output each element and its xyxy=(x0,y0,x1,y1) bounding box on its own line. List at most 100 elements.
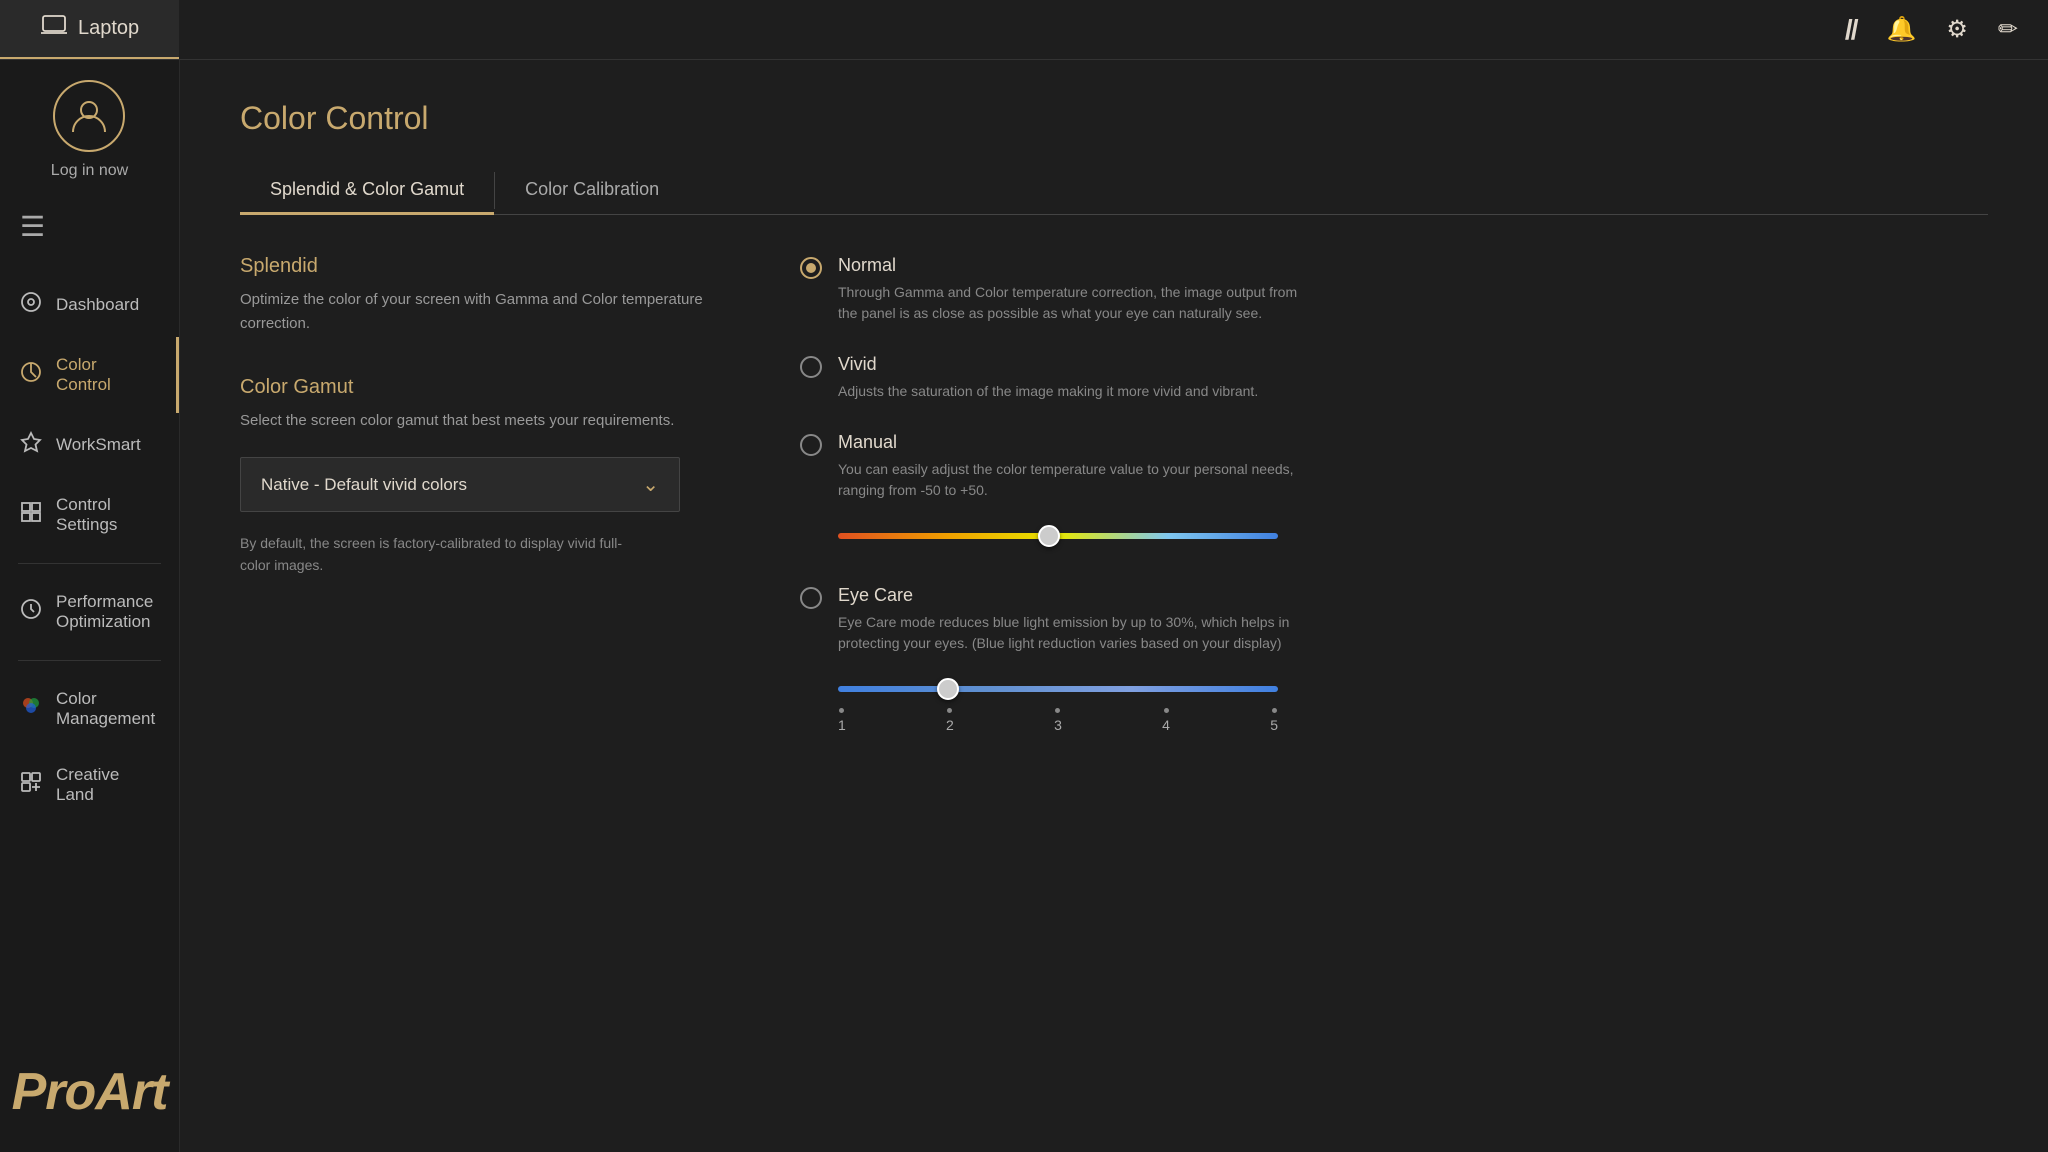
sidebar-item-control-settings[interactable]: Control Settings xyxy=(0,477,179,553)
sidebar-item-creative-land[interactable]: Creative Land xyxy=(0,747,179,823)
topbar-actions: // 🔔 ⚙ ✏ xyxy=(1845,14,2048,46)
chevron-down-icon: ⌄ xyxy=(642,472,659,497)
radio-manual-row: Manual You can easily adjust the color t… xyxy=(800,432,1298,501)
right-column: Normal Through Gamma and Color temperatu… xyxy=(800,255,1988,763)
radio-eyecare-row: Eye Care Eye Care mode reduces blue ligh… xyxy=(800,585,1298,654)
tick-1: 1 xyxy=(838,708,846,733)
splendid-section: Splendid Optimize the color of your scre… xyxy=(240,255,740,336)
laptop-icon xyxy=(40,12,68,46)
temperature-slider-track[interactable] xyxy=(838,533,1278,539)
tick-2: 2 xyxy=(946,708,954,733)
sidebar-item-color-control[interactable]: Color Control xyxy=(0,337,179,413)
dropdown-value: Native - Default vivid colors xyxy=(261,475,467,495)
eyecare-slider-thumb[interactable] xyxy=(937,678,959,700)
tick-dot-1 xyxy=(839,708,844,713)
tick-3: 3 xyxy=(1054,708,1062,733)
sidebar-item-color-management[interactable]: Color Management xyxy=(0,671,179,747)
sidebar-item-label: Color Control xyxy=(56,355,156,395)
sidebar-divider-1 xyxy=(18,563,161,564)
radio-vivid-label: Vivid xyxy=(838,354,1258,375)
eyecare-slider-container: 1 2 3 4 xyxy=(838,686,1278,733)
tick-dot-4 xyxy=(1164,708,1169,713)
tick-label-4: 4 xyxy=(1162,717,1170,733)
radio-manual[interactable] xyxy=(800,434,822,456)
sidebar-item-label: Creative Land xyxy=(56,765,159,805)
dropdown-note: By default, the screen is factory-calibr… xyxy=(240,532,640,577)
sidebar-item-performance-optimization[interactable]: Performance Optimization xyxy=(0,574,179,650)
radio-eyecare-desc: Eye Care mode reduces blue light emissio… xyxy=(838,612,1298,654)
avatar xyxy=(53,80,125,152)
tick-5: 5 xyxy=(1270,708,1278,733)
sidebar-item-label: Control Settings xyxy=(56,495,159,535)
color-control-icon xyxy=(20,361,42,389)
splendid-title: Splendid xyxy=(240,255,740,278)
radio-normal-desc: Through Gamma and Color temperature corr… xyxy=(838,282,1298,324)
sidebar-item-label: Performance Optimization xyxy=(56,592,159,632)
radio-normal-label: Normal xyxy=(838,255,1298,276)
radio-vivid-desc: Adjusts the saturation of the image maki… xyxy=(838,381,1258,402)
worksmart-icon xyxy=(20,431,42,459)
login-label[interactable]: Log in now xyxy=(51,162,128,180)
hamburger-menu-icon[interactable]: ☰ xyxy=(0,210,45,243)
radio-option-eyecare[interactable]: Eye Care Eye Care mode reduces blue ligh… xyxy=(800,585,1988,733)
sidebar: Log in now ☰ Dashboard xyxy=(0,60,180,1152)
settings-icon[interactable]: ⚙ xyxy=(1946,15,1968,44)
proart-logo: ProArt xyxy=(12,1062,168,1152)
feedback-icon[interactable]: ✏ xyxy=(1998,15,2018,44)
tick-label-1: 1 xyxy=(838,717,846,733)
tick-label-3: 3 xyxy=(1054,717,1062,733)
notification-icon[interactable]: 🔔 xyxy=(1886,15,1916,44)
color-gamut-dropdown[interactable]: Native - Default vivid colors ⌄ xyxy=(240,457,680,512)
color-management-icon xyxy=(20,695,42,723)
tick-dot-2 xyxy=(947,708,952,713)
tabs: Splendid & Color Gamut Color Calibration xyxy=(240,167,1988,215)
radio-eyecare-label: Eye Care xyxy=(838,585,1298,606)
left-column: Splendid Optimize the color of your scre… xyxy=(240,255,740,763)
radio-normal-content: Normal Through Gamma and Color temperatu… xyxy=(838,255,1298,324)
splendid-desc: Optimize the color of your screen with G… xyxy=(240,288,740,336)
radio-manual-label: Manual xyxy=(838,432,1298,453)
topbar: Laptop // 🔔 ⚙ ✏ xyxy=(0,0,2048,60)
color-gamut-title: Color Gamut xyxy=(240,376,740,399)
topbar-laptop-tab[interactable]: Laptop xyxy=(0,0,179,59)
radio-option-vivid[interactable]: Vivid Adjusts the saturation of the imag… xyxy=(800,354,1988,402)
sidebar-user: Log in now xyxy=(51,80,128,180)
color-gamut-section: Color Gamut Select the screen color gamu… xyxy=(240,376,740,577)
performance-icon xyxy=(20,598,42,626)
dashboard-icon xyxy=(20,291,42,319)
sidebar-item-label: Color Management xyxy=(56,689,159,729)
sidebar-item-label: Dashboard xyxy=(56,295,139,315)
radio-vivid[interactable] xyxy=(800,356,822,378)
tick-dot-5 xyxy=(1272,708,1277,713)
sidebar-item-label: WorkSmart xyxy=(56,435,141,455)
radio-option-normal[interactable]: Normal Through Gamma and Color temperatu… xyxy=(800,255,1988,324)
radio-eyecare[interactable] xyxy=(800,587,822,609)
tab-calibration[interactable]: Color Calibration xyxy=(495,167,689,215)
eyecare-slider-ticks: 1 2 3 4 xyxy=(838,708,1278,733)
tick-label-2: 2 xyxy=(946,717,954,733)
eyecare-slider-track[interactable] xyxy=(838,686,1278,692)
radio-normal[interactable] xyxy=(800,257,822,279)
tick-label-5: 5 xyxy=(1270,717,1278,733)
main-content: Color Control Splendid & Color Gamut Col… xyxy=(180,60,2048,1152)
sidebar-divider-2 xyxy=(18,660,161,661)
sidebar-item-worksmart[interactable]: WorkSmart xyxy=(0,413,179,477)
asus-logo: // xyxy=(1845,14,1857,46)
color-gamut-desc: Select the screen color gamut that best … xyxy=(240,409,740,433)
two-col-layout: Splendid Optimize the color of your scre… xyxy=(240,255,1988,763)
radio-option-manual[interactable]: Manual You can easily adjust the color t… xyxy=(800,432,1988,555)
tick-dot-3 xyxy=(1055,708,1060,713)
page-title: Color Control xyxy=(240,100,1988,137)
tick-4: 4 xyxy=(1162,708,1170,733)
tab-splendid[interactable]: Splendid & Color Gamut xyxy=(240,167,494,215)
sidebar-item-dashboard[interactable]: Dashboard xyxy=(0,273,179,337)
control-settings-icon xyxy=(20,501,42,529)
temperature-slider-thumb[interactable] xyxy=(1038,525,1060,547)
radio-manual-desc: You can easily adjust the color temperat… xyxy=(838,459,1298,501)
creative-land-icon xyxy=(20,771,42,799)
radio-eyecare-content: Eye Care Eye Care mode reduces blue ligh… xyxy=(838,585,1298,654)
topbar-tab-label: Laptop xyxy=(78,17,139,40)
radio-manual-content: Manual You can easily adjust the color t… xyxy=(838,432,1298,501)
main-layout: Log in now ☰ Dashboard xyxy=(0,60,2048,1152)
temperature-slider-container xyxy=(838,533,1278,555)
